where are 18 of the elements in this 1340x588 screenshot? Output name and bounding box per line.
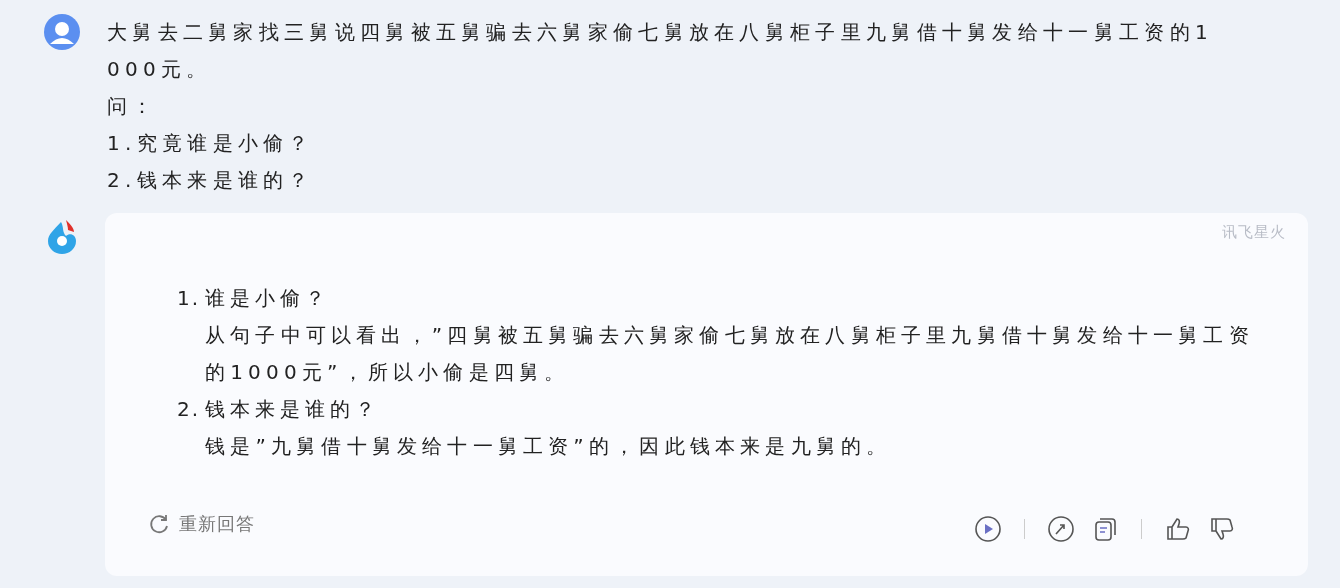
question-text: 1.究竟谁是小偷？ [107,130,315,157]
question-text: 2.钱本来是谁的？ [107,167,315,194]
answer-heading: 钱本来是谁的？ [205,396,380,423]
brand-label: 讯飞星火 [1222,223,1286,242]
list-number: 1. [177,285,202,312]
answer-heading: 谁是小偷？ [205,285,330,312]
play-icon[interactable] [974,515,1002,543]
answer-text: 从句子中可以看出，”四舅被五舅骗去六舅家偷七舅放在八舅柜子里九舅借十舅发给十一舅工资的1000元”，所以小偷是四舅。 [205,322,1255,386]
thumbs-up-icon[interactable] [1164,515,1192,543]
question-text: 问： [107,93,159,120]
question-text: 大舅去二舅家找三舅说四舅被五舅骗去六舅家偷七舅放在八舅柜子里九舅借十舅发给十一舅工资的1000元。 [107,19,1214,83]
thumbs-down-icon[interactable] [1208,515,1236,543]
list-number: 2. [177,396,202,423]
share-icon[interactable] [1047,515,1075,543]
regenerate-button[interactable]: 重新回答 [147,512,255,536]
user-avatar-icon [44,14,80,50]
answer-text: 钱是”九舅借十舅发给十一舅工资”的，因此钱本来是九舅的。 [205,433,893,460]
refresh-icon [147,512,171,536]
